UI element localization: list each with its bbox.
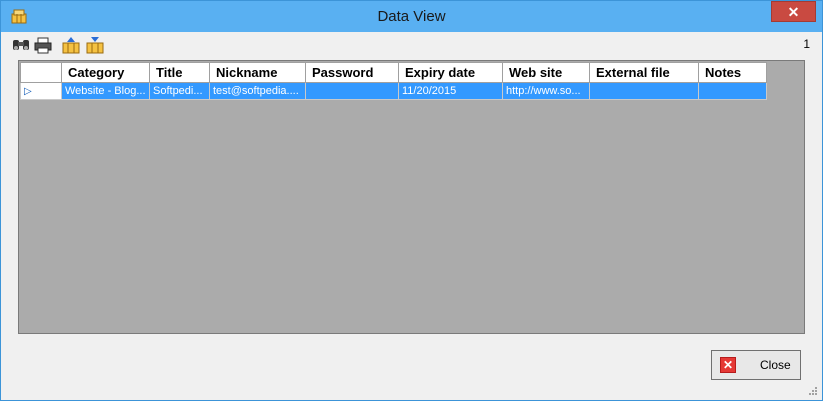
export-icon[interactable] [61, 35, 81, 55]
binoculars-icon[interactable] [11, 35, 31, 55]
table-cell[interactable] [305, 82, 399, 100]
record-count: 1 [803, 37, 810, 51]
table-cell[interactable]: Website - Blog... [61, 82, 150, 100]
column-header[interactable]: Notes [698, 62, 767, 83]
column-header[interactable]: Web site [502, 62, 590, 83]
column-header[interactable]: Password [305, 62, 399, 83]
row-selector-icon[interactable]: ▷ [20, 82, 62, 100]
column-header[interactable]: External file [589, 62, 699, 83]
table-cell[interactable]: http://www.so... [502, 82, 590, 100]
column-header[interactable]: Title [149, 62, 210, 83]
window-title: Data View [377, 8, 446, 25]
table-cell[interactable]: 11/20/2015 [398, 82, 503, 100]
table-row[interactable]: ▷ Website - Blog... Softpedi... test@sof… [20, 82, 767, 100]
close-button-label: Close [760, 358, 791, 372]
data-grid[interactable]: Category Title Nickname Password Expiry … [18, 60, 805, 334]
table-cell[interactable] [698, 82, 767, 100]
header-row: Category Title Nickname Password Expiry … [20, 62, 767, 83]
column-header[interactable]: Expiry date [398, 62, 503, 83]
red-x-icon: ✕ [720, 357, 736, 373]
import-icon[interactable] [85, 35, 105, 55]
data-table: Category Title Nickname Password Expiry … [20, 62, 767, 100]
resize-grip-icon[interactable] [808, 386, 818, 396]
close-button[interactable]: ✕ Close [711, 350, 801, 380]
printer-icon[interactable] [33, 35, 53, 55]
table-cell[interactable] [589, 82, 699, 100]
table-cell[interactable]: test@softpedia.... [209, 82, 306, 100]
row-header-corner[interactable] [20, 62, 62, 83]
column-header[interactable]: Nickname [209, 62, 306, 83]
title-bar[interactable]: Data View ✕ [1, 1, 822, 32]
table-cell[interactable]: Softpedi... [149, 82, 210, 100]
window-close-button[interactable]: ✕ [771, 1, 816, 22]
data-view-window: Data View ✕ 1 Category Title Nickname Pa… [0, 0, 823, 401]
column-header[interactable]: Category [61, 62, 150, 83]
